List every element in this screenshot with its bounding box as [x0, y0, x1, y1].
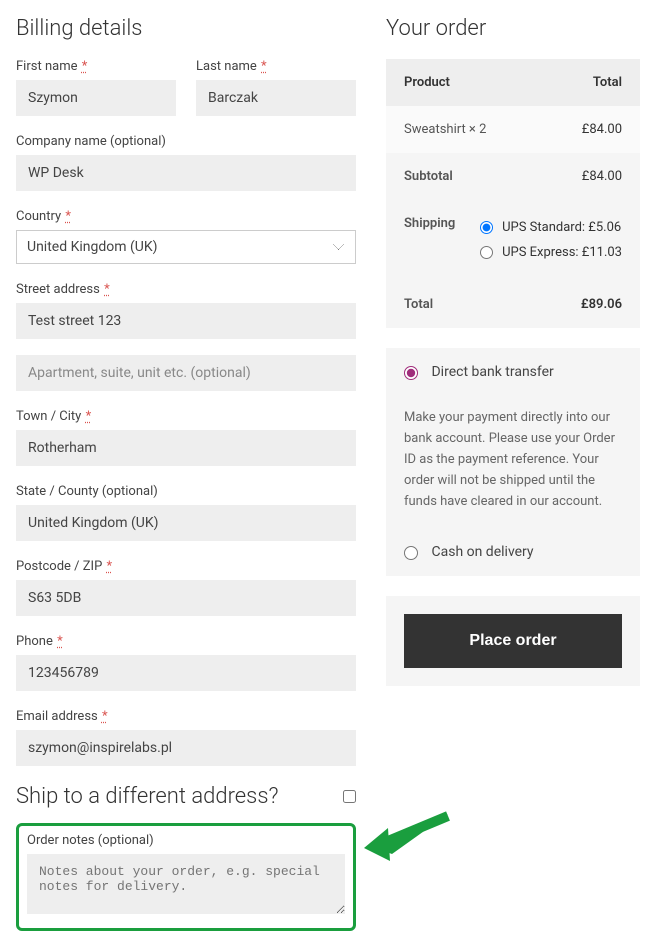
- first-name-label: First name *: [16, 59, 176, 74]
- order-summary: Product Total Sweatshirt × 2 £84.00 Subt…: [386, 59, 640, 328]
- phone-label: Phone *: [16, 634, 356, 649]
- company-label: Company name (optional): [16, 134, 356, 149]
- country-select[interactable]: United Kingdom (UK): [16, 230, 356, 264]
- place-order-button[interactable]: Place order: [404, 614, 622, 668]
- street-label: Street address *: [16, 282, 356, 297]
- pay-cod-radio[interactable]: [404, 546, 418, 560]
- col-product: Product: [404, 75, 450, 90]
- total-value: £89.06: [581, 297, 622, 312]
- pay-bank-radio[interactable]: [404, 366, 418, 380]
- ship-diff-checkbox[interactable]: [343, 790, 356, 803]
- subtotal-label: Subtotal: [404, 169, 453, 184]
- country-label: Country *: [16, 209, 356, 224]
- email-input[interactable]: [16, 730, 356, 766]
- order-notes-textarea[interactable]: [27, 854, 345, 914]
- ship-heading: Ship to a different address?: [16, 784, 278, 809]
- ship-option-standard[interactable]: UPS Standard: £5.06: [480, 216, 622, 241]
- city-input[interactable]: [16, 430, 356, 466]
- street1-input[interactable]: [16, 303, 356, 339]
- email-label: Email address *: [16, 709, 356, 724]
- payment-methods: Direct bank transfer Make your payment d…: [386, 348, 640, 576]
- col-total: Total: [593, 75, 622, 90]
- postcode-label: Postcode / ZIP *: [16, 559, 356, 574]
- line-item-total: £84.00: [582, 122, 622, 137]
- pay-bank-desc: Make your payment directly into our bank…: [386, 396, 640, 528]
- company-input[interactable]: [16, 155, 356, 191]
- line-item-name: Sweatshirt × 2: [404, 122, 486, 137]
- last-name-input[interactable]: [196, 80, 356, 116]
- order-notes-label: Order notes (optional): [27, 833, 154, 848]
- ship-option-express[interactable]: UPS Express: £11.03: [480, 241, 622, 266]
- ship-radio-express[interactable]: [480, 246, 493, 259]
- ship-radio-standard[interactable]: [480, 221, 493, 234]
- shipping-label: Shipping: [404, 216, 455, 231]
- billing-heading: Billing details: [16, 16, 356, 41]
- phone-input[interactable]: [16, 655, 356, 691]
- state-label: State / County (optional): [16, 484, 356, 499]
- city-label: Town / City *: [16, 409, 356, 424]
- pay-cod-option[interactable]: Cash on delivery: [404, 544, 534, 560]
- state-input[interactable]: [16, 505, 356, 541]
- last-name-label: Last name *: [196, 59, 356, 74]
- pay-bank-option[interactable]: Direct bank transfer: [404, 364, 554, 380]
- street2-input[interactable]: [16, 355, 356, 391]
- order-notes-highlight: Order notes (optional): [16, 823, 356, 931]
- order-heading: Your order: [386, 16, 640, 41]
- first-name-input[interactable]: [16, 80, 176, 116]
- subtotal-value: £84.00: [582, 169, 622, 184]
- total-label: Total: [404, 297, 433, 312]
- postcode-input[interactable]: [16, 580, 356, 616]
